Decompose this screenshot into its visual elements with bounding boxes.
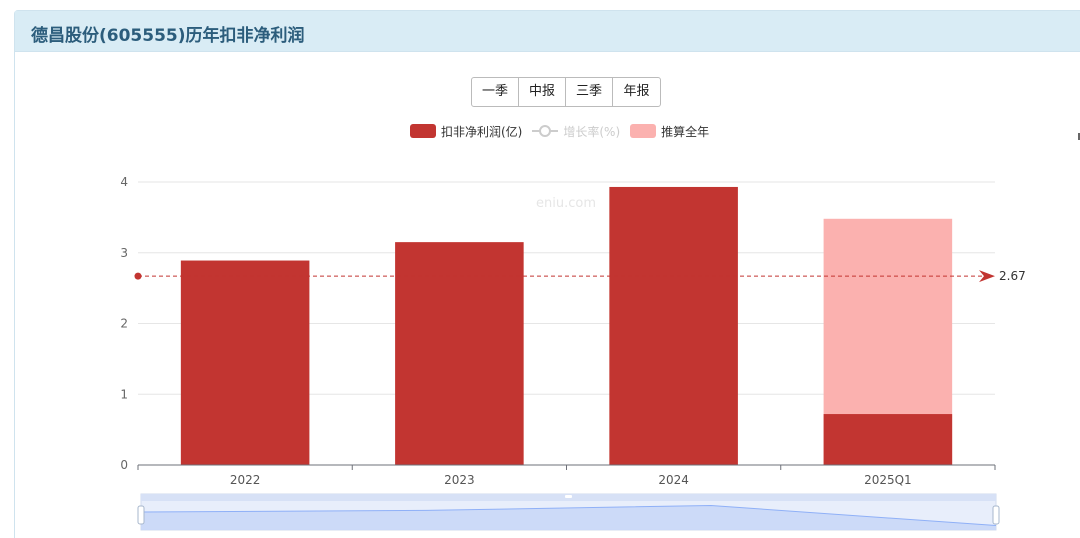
markline-label: 2.67	[999, 269, 1026, 283]
profit-bar[interactable]	[609, 186, 738, 465]
markline-start-symbol	[134, 272, 142, 280]
watermark-text: eniu.com	[536, 196, 596, 211]
x-tick-label: 2023	[444, 473, 475, 487]
bar-chart: eniu.com 0 1 2 3 4 2022 2023 2024 2025Q1 2.67	[120, 175, 1026, 531]
profit-bar[interactable]	[180, 260, 310, 465]
datazoom-move-handle[interactable]	[565, 495, 572, 498]
y-tick-label: 1	[120, 387, 128, 401]
x-tick-label: 2022	[230, 473, 261, 487]
y-tick-label: 4	[120, 175, 128, 189]
profit-bar[interactable]	[395, 242, 524, 465]
y-tick-label: 0	[120, 458, 128, 472]
y-tick-label: 2	[120, 317, 128, 331]
datazoom-right-handle[interactable]	[992, 505, 1000, 525]
datazoom-left-handle[interactable]	[137, 505, 145, 525]
y-tick-label: 3	[120, 246, 128, 260]
profit-bar[interactable]	[823, 414, 953, 465]
x-tick-label: 2025Q1	[864, 473, 912, 487]
x-tick-label: 2024	[658, 473, 689, 487]
